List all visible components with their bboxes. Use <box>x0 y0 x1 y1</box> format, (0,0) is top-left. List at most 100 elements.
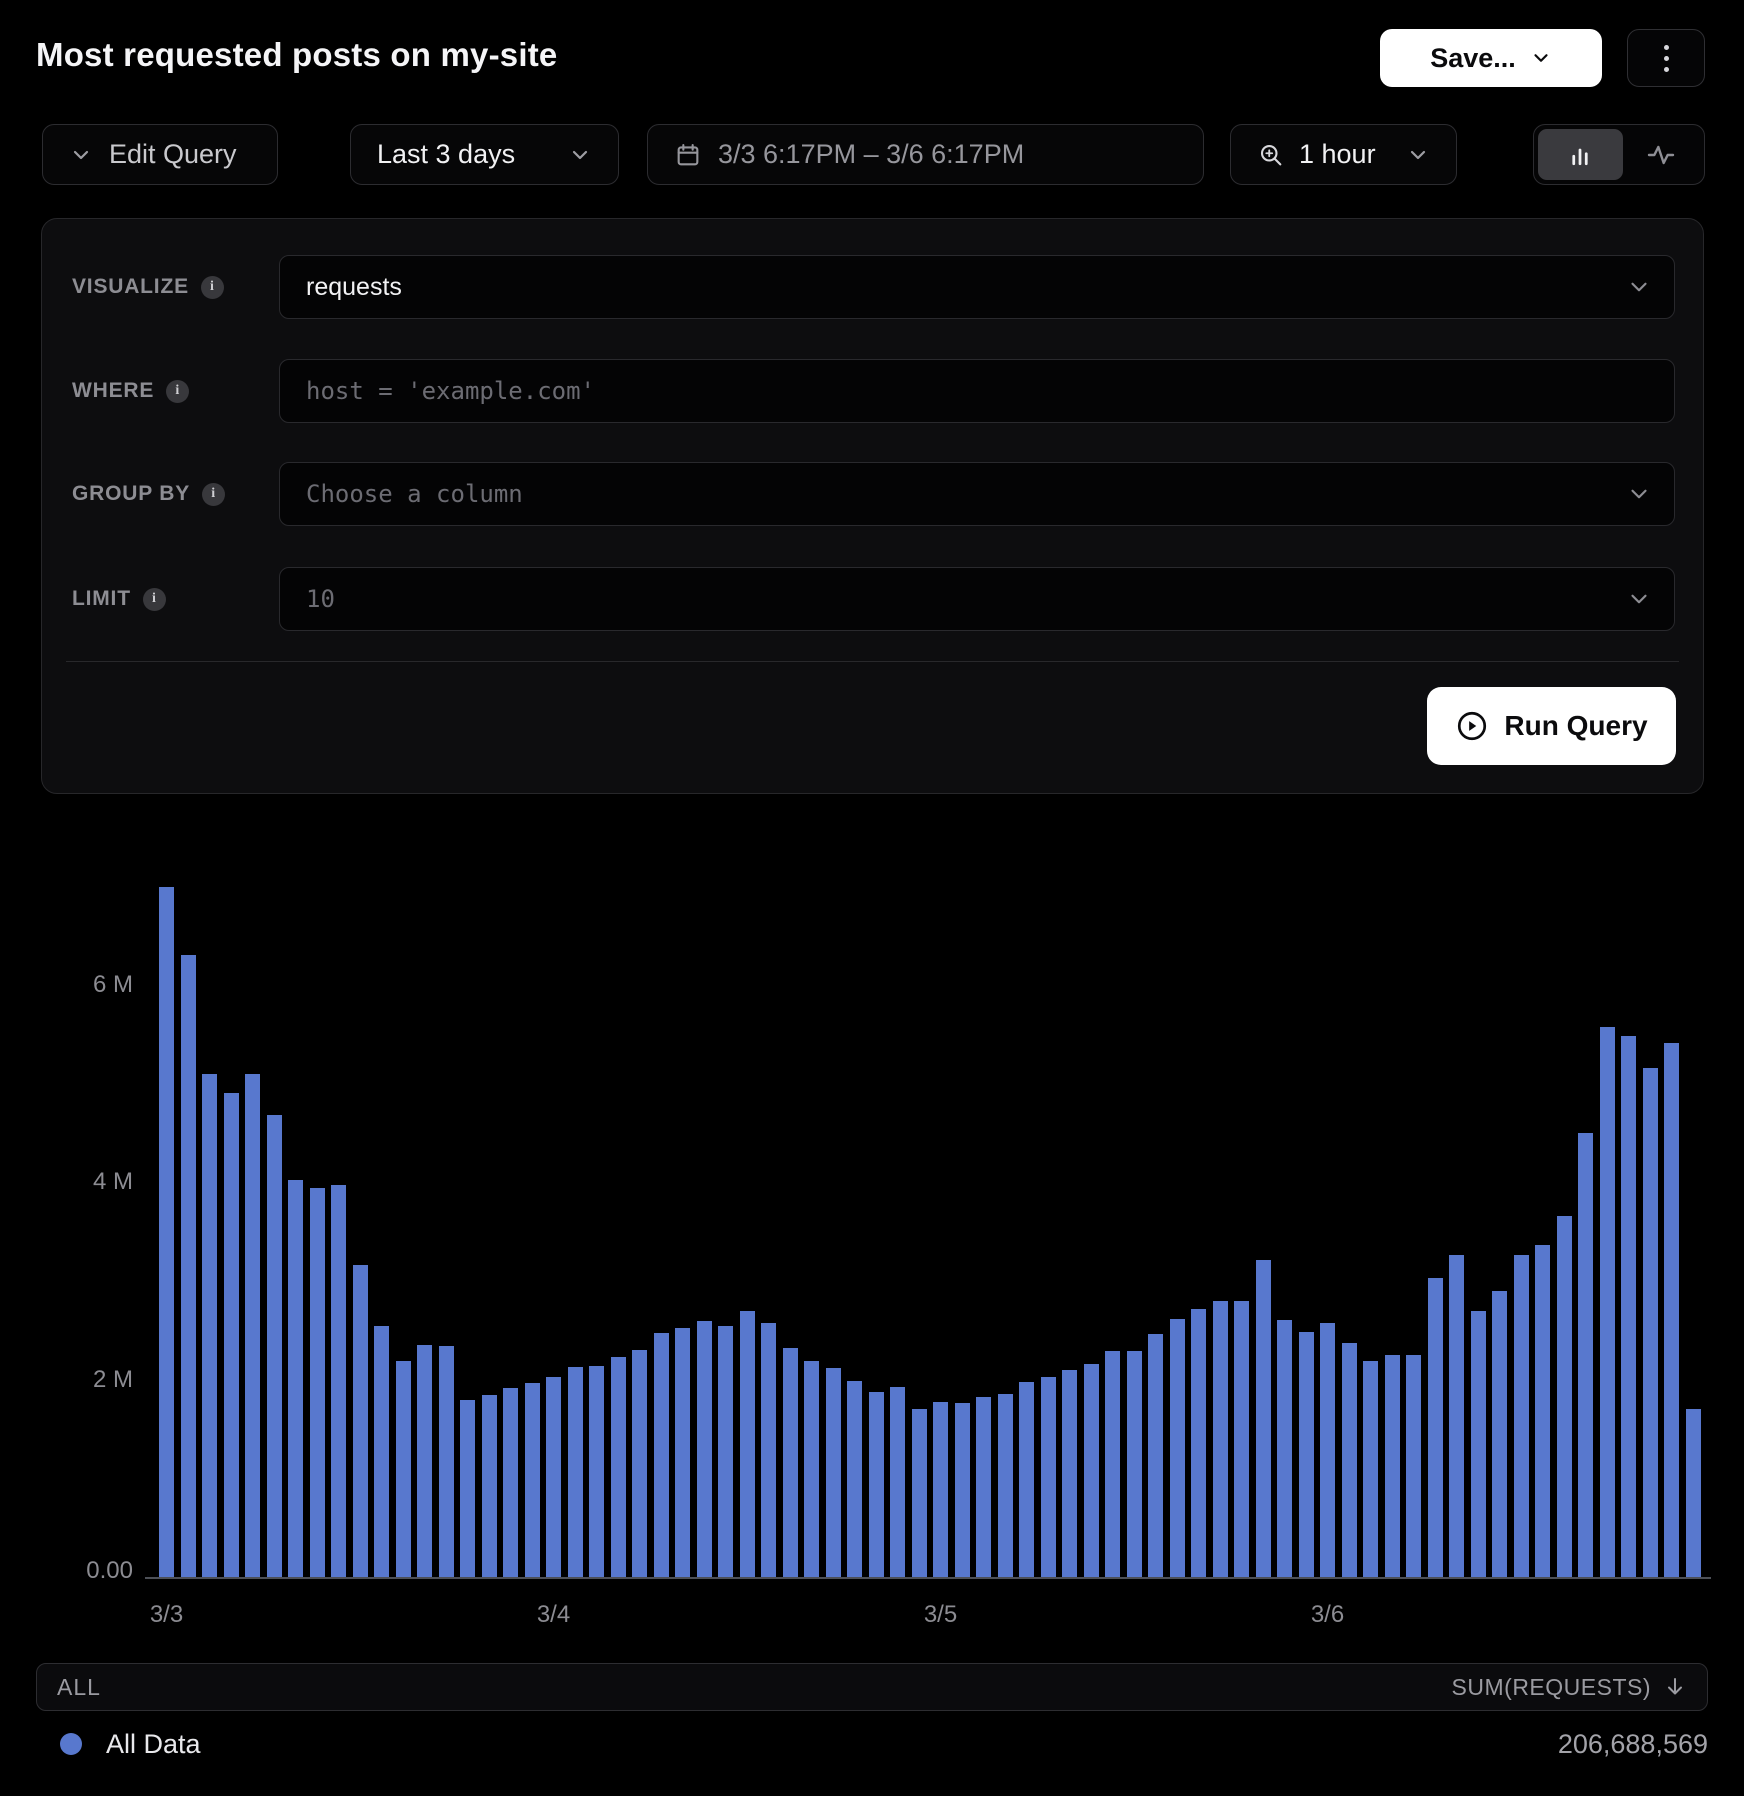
bar[interactable] <box>1578 1133 1593 1577</box>
bar[interactable] <box>1256 1260 1271 1577</box>
bar[interactable] <box>912 1409 927 1577</box>
query-builder-panel: VISUALIZE i requests WHERE i GROUP BY i … <box>41 218 1704 794</box>
edit-query-toggle[interactable]: Edit Query <box>42 124 278 185</box>
bar-chart-icon <box>1565 140 1595 170</box>
bar[interactable] <box>374 1326 389 1577</box>
bar[interactable] <box>1557 1216 1572 1577</box>
bar[interactable] <box>1234 1301 1249 1577</box>
info-icon[interactable]: i <box>202 483 225 506</box>
bar[interactable] <box>288 1180 303 1577</box>
bar[interactable] <box>546 1377 561 1577</box>
bar[interactable] <box>697 1321 712 1577</box>
results-table-header: ALL SUM(REQUESTS) <box>36 1663 1708 1711</box>
series-row[interactable]: All Data 206,688,569 <box>36 1722 1708 1766</box>
time-range-dropdown[interactable]: Last 3 days <box>350 124 619 185</box>
bar[interactable] <box>267 1115 282 1577</box>
bar[interactable] <box>1170 1319 1185 1577</box>
bar[interactable] <box>1471 1311 1486 1577</box>
bar[interactable] <box>224 1093 239 1577</box>
bar[interactable] <box>1084 1364 1099 1577</box>
bar[interactable] <box>1664 1043 1679 1577</box>
group-by-select[interactable]: Choose a column <box>279 462 1675 526</box>
bar[interactable] <box>1428 1278 1443 1577</box>
line-chart-toggle-button[interactable] <box>1623 129 1700 180</box>
bar[interactable] <box>847 1381 862 1577</box>
info-icon[interactable]: i <box>143 588 166 611</box>
visualize-select[interactable]: requests <box>279 255 1675 319</box>
bar[interactable] <box>460 1400 475 1577</box>
bar[interactable] <box>396 1361 411 1577</box>
info-icon[interactable]: i <box>201 276 224 299</box>
series-color-dot <box>60 1733 82 1755</box>
bar[interactable] <box>1105 1351 1120 1577</box>
bar[interactable] <box>1062 1370 1077 1577</box>
bar[interactable] <box>761 1323 776 1577</box>
bar[interactable] <box>1213 1301 1228 1577</box>
bar[interactable] <box>1621 1036 1636 1577</box>
bar[interactable] <box>675 1328 690 1577</box>
run-query-button[interactable]: Run Query <box>1427 687 1676 765</box>
bar[interactable] <box>1492 1291 1507 1577</box>
where-input[interactable] <box>306 360 1648 422</box>
bar[interactable] <box>1643 1068 1658 1577</box>
bar[interactable] <box>976 1397 991 1577</box>
bar[interactable] <box>998 1394 1013 1577</box>
bar[interactable] <box>589 1366 604 1577</box>
bar[interactable] <box>310 1188 325 1577</box>
bar[interactable] <box>1320 1323 1335 1577</box>
bar[interactable] <box>826 1368 841 1577</box>
bar[interactable] <box>482 1395 497 1577</box>
bar[interactable] <box>1277 1320 1292 1577</box>
bar[interactable] <box>1019 1382 1034 1577</box>
date-range-picker[interactable]: 3/3 6:17PM – 3/6 6:17PM <box>647 124 1204 185</box>
bar[interactable] <box>1127 1351 1142 1577</box>
bar[interactable] <box>353 1265 368 1577</box>
bar[interactable] <box>1449 1255 1464 1577</box>
bar[interactable] <box>1406 1355 1421 1577</box>
bar[interactable] <box>1191 1309 1206 1577</box>
bar[interactable] <box>869 1392 884 1577</box>
y-axis-tick-label: 2 M <box>23 1366 133 1394</box>
bar[interactable] <box>181 955 196 1577</box>
bar[interactable] <box>783 1348 798 1577</box>
bar[interactable] <box>654 1333 669 1577</box>
resolution-dropdown[interactable]: 1 hour <box>1230 124 1457 185</box>
bar[interactable] <box>245 1074 260 1577</box>
bar[interactable] <box>525 1383 540 1577</box>
bar[interactable] <box>331 1185 346 1577</box>
bar[interactable] <box>1686 1409 1701 1577</box>
bar[interactable] <box>1535 1245 1550 1577</box>
bar[interactable] <box>890 1387 905 1577</box>
bar[interactable] <box>933 1402 948 1577</box>
bar[interactable] <box>439 1346 454 1577</box>
bar[interactable] <box>1600 1027 1615 1577</box>
bar[interactable] <box>1363 1361 1378 1577</box>
bar[interactable] <box>503 1388 518 1577</box>
bar-chart-toggle-button[interactable] <box>1538 129 1623 180</box>
bar[interactable] <box>1299 1332 1314 1577</box>
chevron-down-icon <box>1626 274 1652 300</box>
bar[interactable] <box>740 1311 755 1577</box>
bar[interactable] <box>417 1345 432 1577</box>
bar[interactable] <box>568 1367 583 1577</box>
bar[interactable] <box>202 1074 217 1577</box>
bar[interactable] <box>1514 1255 1529 1577</box>
bar[interactable] <box>159 887 174 1577</box>
bar[interactable] <box>718 1326 733 1577</box>
save-button[interactable]: Save... <box>1380 29 1602 87</box>
limit-select[interactable]: 10 <box>279 567 1675 631</box>
chevron-down-icon <box>1626 481 1652 507</box>
bar[interactable] <box>611 1357 626 1577</box>
calendar-icon <box>674 141 702 169</box>
bar[interactable] <box>1385 1355 1400 1577</box>
info-icon[interactable]: i <box>166 380 189 403</box>
more-options-button[interactable] <box>1627 29 1705 87</box>
bar[interactable] <box>1148 1334 1163 1577</box>
bar[interactable] <box>1041 1377 1056 1577</box>
sort-column-header[interactable]: SUM(REQUESTS) <box>1452 1674 1687 1701</box>
bar[interactable] <box>1342 1343 1357 1577</box>
bar[interactable] <box>632 1350 647 1577</box>
requests-bar-chart[interactable]: 0.002 M4 M6 M 3/33/43/53/6 <box>0 860 1744 1660</box>
bar[interactable] <box>955 1403 970 1577</box>
bar[interactable] <box>804 1361 819 1577</box>
